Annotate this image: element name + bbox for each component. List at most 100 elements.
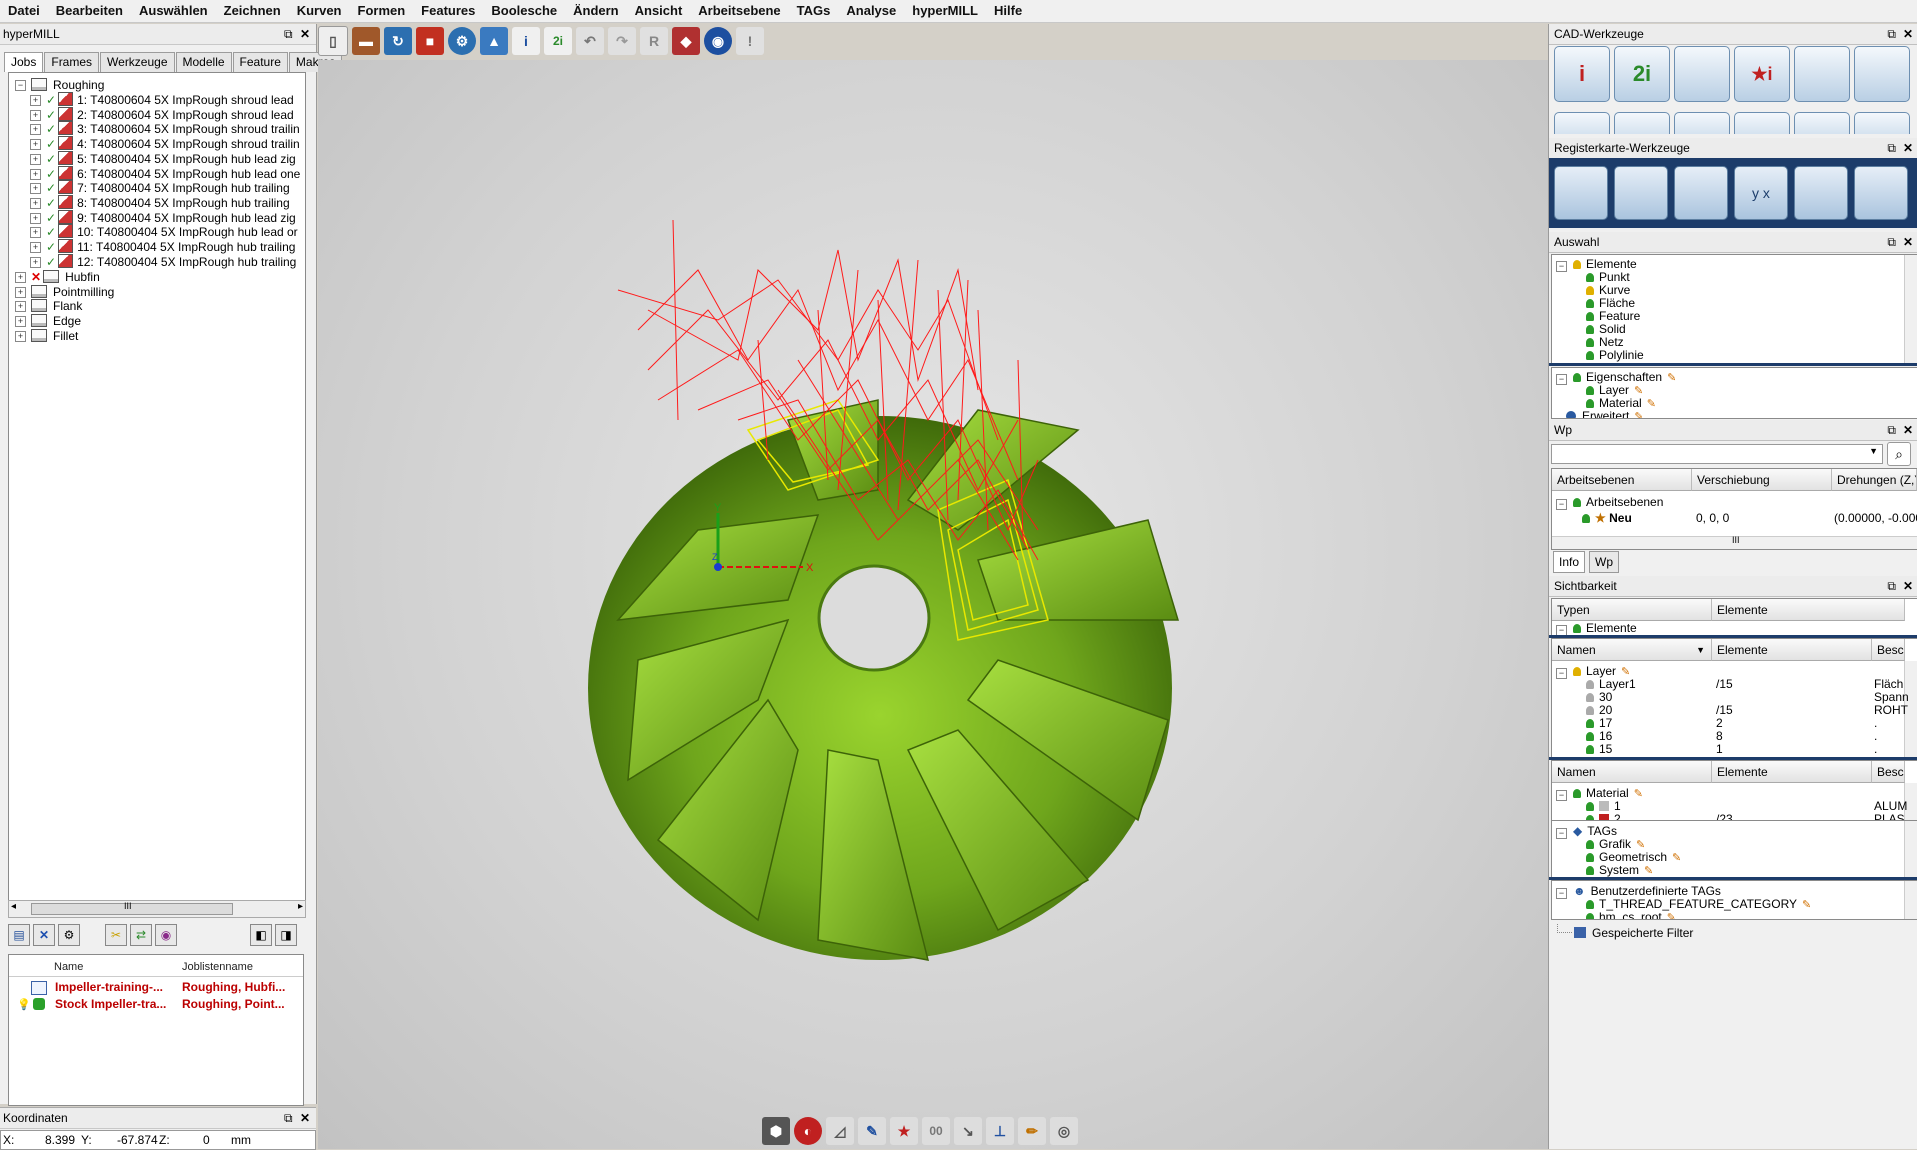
- scroll-left-icon[interactable]: ◂: [11, 901, 16, 912]
- col-elements[interactable]: Elemente: [1712, 599, 1905, 621]
- horizontal-scrollbar[interactable]: ◂ III ▸: [8, 900, 306, 918]
- expand-icon[interactable]: +: [15, 272, 26, 283]
- tab-frames[interactable]: Frames: [44, 52, 100, 72]
- tab-jobs[interactable]: Jobs: [4, 52, 44, 72]
- reg-glasses-icon[interactable]: [1674, 166, 1728, 220]
- counter-icon[interactable]: 00: [922, 1117, 950, 1145]
- vertical-scrollbar[interactable]: [1904, 821, 1917, 877]
- pencil-icon[interactable]: ✎: [1634, 788, 1643, 800]
- menu-item[interactable]: Zeichnen: [216, 0, 289, 22]
- expand-icon[interactable]: +: [30, 153, 41, 165]
- reg-tag-icon[interactable]: [1854, 166, 1908, 220]
- cad-arc-icon[interactable]: [1854, 46, 1910, 102]
- wireframe-icon[interactable]: ◎: [1050, 1117, 1078, 1145]
- stock-box-icon[interactable]: ■: [416, 27, 444, 55]
- menu-item[interactable]: Formen: [350, 0, 414, 22]
- expand-icon[interactable]: +: [30, 183, 41, 195]
- cad-2i-icon[interactable]: 2i: [1614, 46, 1670, 102]
- edge-icon[interactable]: ◿: [826, 1117, 854, 1145]
- close-icon[interactable]: ✕: [300, 1108, 310, 1128]
- pencil-icon[interactable]: ✎: [1667, 372, 1676, 384]
- expand-icon[interactable]: +: [15, 301, 26, 313]
- tab-wp[interactable]: Wp: [1589, 551, 1619, 573]
- redo-icon[interactable]: ↷: [608, 27, 636, 55]
- export-icon[interactable]: ◨: [275, 924, 297, 946]
- float-icon[interactable]: ⧉: [1887, 576, 1896, 596]
- menu-item[interactable]: Features: [413, 0, 483, 22]
- expand-icon[interactable]: +: [15, 286, 26, 298]
- tool-icon[interactable]: ⚙: [58, 924, 80, 946]
- menu-item[interactable]: Analyse: [838, 0, 904, 22]
- col-elements[interactable]: Elemente: [1712, 761, 1872, 783]
- saved-filter-row[interactable]: Gespeicherte Filter: [1557, 924, 1693, 940]
- close-icon[interactable]: ✕: [1903, 24, 1913, 44]
- menu-item[interactable]: Arbeitsebene: [690, 0, 788, 22]
- warning-icon[interactable]: !: [736, 27, 764, 55]
- cad-split-icon[interactable]: [1794, 112, 1850, 134]
- cad-fillet-icon[interactable]: [1554, 112, 1610, 134]
- selection-item[interactable]: Polylinie: [1586, 347, 1644, 363]
- menu-item[interactable]: Hilfe: [986, 0, 1030, 22]
- info2-icon[interactable]: 2i: [544, 27, 572, 55]
- cad-trim-icon[interactable]: [1614, 112, 1670, 134]
- float-icon[interactable]: ⧉: [1887, 24, 1896, 44]
- model-icon[interactable]: ◉: [155, 924, 177, 946]
- gear-icon[interactable]: ⚙: [448, 27, 476, 55]
- calculate-icon[interactable]: ▲: [480, 27, 508, 55]
- solid-icon[interactable]: ◆: [672, 27, 700, 55]
- col-elements[interactable]: Elemente: [1712, 639, 1872, 661]
- wp-item-row[interactable]: ★ Neu: [1582, 510, 1632, 526]
- col-desc[interactable]: Besch: [1872, 761, 1905, 783]
- vertical-scrollbar[interactable]: [1904, 881, 1917, 919]
- menu-item[interactable]: Bearbeiten: [48, 0, 131, 22]
- joblist-row-list[interactable]: Roughing, Point...: [182, 997, 298, 1011]
- simulation-icon[interactable]: ◐: [794, 1117, 822, 1145]
- expand-icon[interactable]: +: [30, 168, 41, 180]
- menu-item[interactable]: Kurven: [289, 0, 350, 22]
- horizontal-scrollbar[interactable]: III: [1552, 535, 1917, 549]
- col-desc[interactable]: Besch: [1872, 639, 1905, 661]
- joblist-row-name[interactable]: Stock Impeller-tra...: [55, 997, 175, 1011]
- 3d-viewport[interactable]: Y X Z: [318, 60, 1548, 1149]
- expand-icon[interactable]: −: [15, 80, 26, 91]
- advanced-item[interactable]: Erweitert ✎: [1566, 408, 1644, 418]
- close-icon[interactable]: ✕: [1903, 420, 1913, 440]
- float-icon[interactable]: ⧉: [1887, 232, 1896, 252]
- menu-item[interactable]: Ändern: [565, 0, 627, 22]
- col-names[interactable]: Namen: [1552, 761, 1712, 783]
- cut-icon[interactable]: ✂: [105, 924, 127, 946]
- col-workplanes[interactable]: Arbeitsebenen: [1552, 469, 1692, 491]
- types-root-row[interactable]: − Elemente: [1556, 620, 1637, 635]
- new-file-icon[interactable]: ▯: [318, 26, 348, 56]
- reload-icon[interactable]: ↻: [384, 27, 412, 55]
- close-icon[interactable]: ✕: [1903, 576, 1913, 596]
- tool-holder-icon[interactable]: ⊥: [986, 1117, 1014, 1145]
- measure-icon[interactable]: ↘: [954, 1117, 982, 1145]
- search-icon[interactable]: ⌕: [1887, 442, 1911, 466]
- tab-feature[interactable]: Feature: [232, 52, 288, 72]
- pencil-icon[interactable]: ✎: [1644, 865, 1653, 877]
- col-rotation[interactable]: Drehungen (Z,Y: [1832, 469, 1917, 491]
- undo-icon[interactable]: ↶: [576, 27, 604, 55]
- pencil-icon[interactable]: ✏: [1018, 1117, 1046, 1145]
- menu-item[interactable]: TAGs: [789, 0, 839, 22]
- float-icon[interactable]: ⧉: [284, 1108, 293, 1128]
- col-types[interactable]: Typen: [1552, 599, 1712, 621]
- pencil-icon[interactable]: ✎: [1672, 852, 1681, 864]
- pencil-icon[interactable]: ✎: [1802, 899, 1811, 911]
- cad-curve-icon[interactable]: [1794, 46, 1850, 102]
- transfer-icon[interactable]: ⇄: [130, 924, 152, 946]
- wp-dropdown[interactable]: ▼: [1551, 444, 1883, 464]
- info-icon[interactable]: i: [512, 27, 540, 55]
- close-icon[interactable]: ✕: [1903, 138, 1913, 158]
- expand-icon[interactable]: +: [15, 330, 26, 342]
- reg-axes-icon[interactable]: y x: [1734, 166, 1788, 220]
- float-icon[interactable]: ⧉: [1887, 138, 1896, 158]
- expand-icon[interactable]: +: [30, 242, 41, 253]
- expand-icon[interactable]: +: [30, 212, 41, 224]
- tab-modelle[interactable]: Modelle: [175, 52, 232, 72]
- tab-werkzeuge[interactable]: Werkzeuge: [100, 52, 175, 72]
- r-icon[interactable]: R: [640, 27, 668, 55]
- expand-icon[interactable]: +: [30, 109, 41, 121]
- properties-tree[interactable]: − Eigenschaften ✎ Layer ✎ Material ✎ Erweitert ✎: [1551, 367, 1917, 419]
